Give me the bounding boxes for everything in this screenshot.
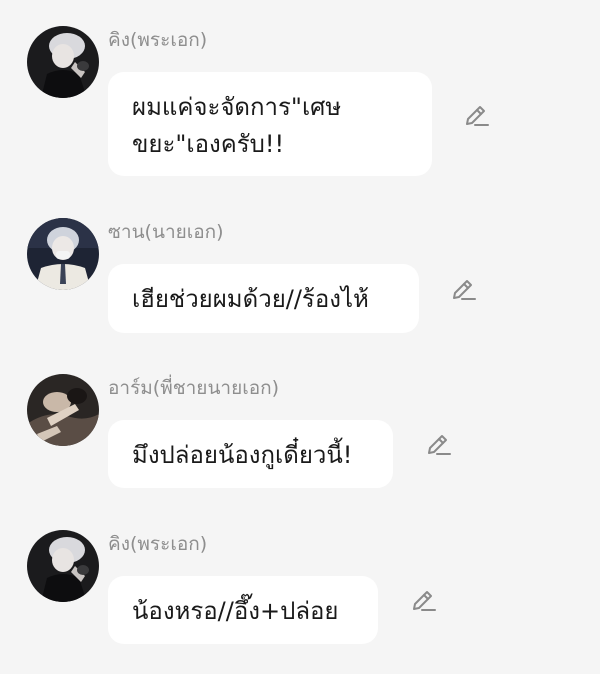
avatar[interactable] [27, 530, 99, 602]
sender-name: คิง(พระเอก) [108, 533, 208, 555]
avatar[interactable] [27, 374, 99, 446]
message-line: มึงปล่อยน้องกูเดี๋ยวนี้! [132, 441, 353, 469]
sender-name: อาร์ม(พี่ชายนายเอก) [108, 377, 280, 399]
message-bubble[interactable]: น้องหรอ//อึ๊ง+ปล่อย [108, 576, 378, 644]
message-line: เฮียช่วยผมด้วย//ร้องไห้ [132, 285, 369, 313]
message-line: ผมแค่จะจัดการ"เศษ [132, 93, 342, 121]
pencil-edit-icon[interactable] [450, 276, 478, 304]
message-bubble[interactable]: เฮียช่วยผมด้วย//ร้องไห้ [108, 264, 419, 333]
sender-name: ซาน(นายเอก) [108, 221, 224, 243]
sender-name: คิง(พระเอก) [108, 29, 208, 51]
message-bubble[interactable]: มึงปล่อยน้องกูเดี๋ยวนี้! [108, 420, 393, 488]
avatar[interactable] [27, 218, 99, 290]
message-line: ขยะ"เองครับ!! [132, 130, 285, 158]
pencil-edit-icon[interactable] [425, 431, 453, 459]
message-bubble[interactable]: ผมแค่จะจัดการ"เศษ ขยะ"เองครับ!! [108, 72, 432, 176]
pencil-edit-icon[interactable] [463, 102, 491, 130]
pencil-edit-icon[interactable] [410, 587, 438, 615]
message-line: น้องหรอ//อึ๊ง+ปล่อย [132, 597, 339, 625]
avatar[interactable] [27, 26, 99, 98]
